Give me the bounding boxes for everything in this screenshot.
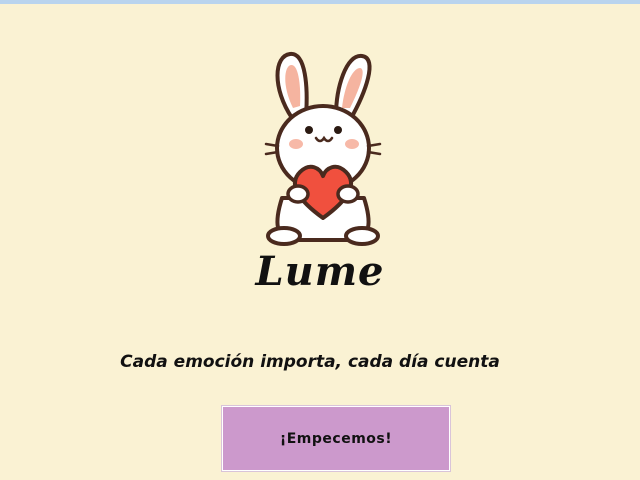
app-title: Lume [255, 248, 385, 295]
start-button-label: ¡Empecemos! [279, 430, 393, 447]
start-button[interactable]: ¡Empecemos! [221, 405, 451, 472]
bunny-with-heart-icon [262, 48, 384, 248]
app-tagline: Cada emoción importa, cada día cuenta [120, 352, 500, 372]
window-top-strip [0, 0, 640, 4]
